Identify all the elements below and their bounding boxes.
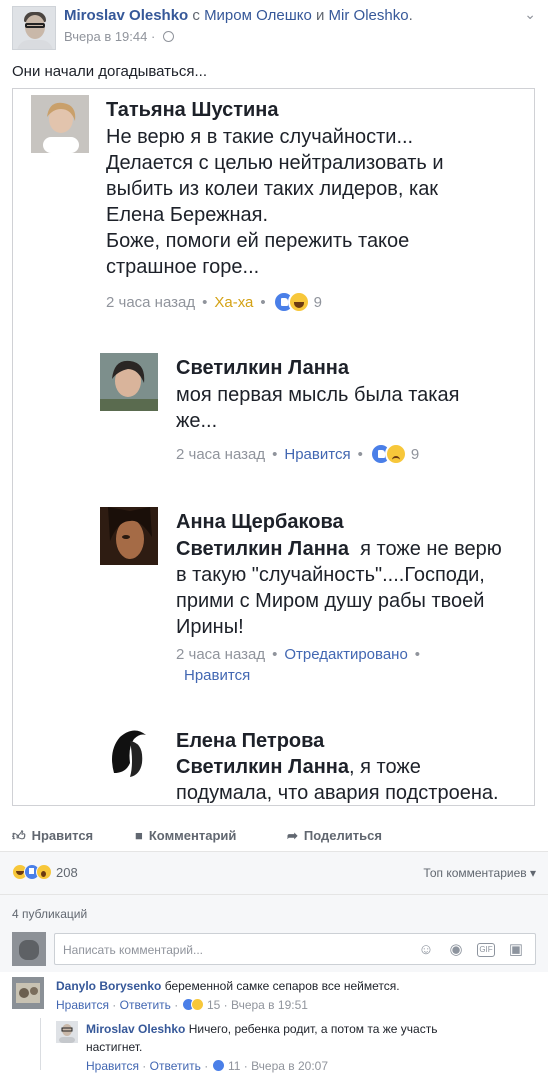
avatar[interactable] (12, 977, 44, 1009)
share-arrow-icon: ➦ (287, 828, 298, 843)
avatar (31, 95, 89, 153)
camera-icon[interactable]: ◉ (447, 941, 465, 959)
comment-icon: ■ (135, 828, 143, 843)
comment-meta: Нравится (184, 667, 250, 684)
sticker-icon[interactable]: ▣ (507, 941, 525, 959)
thumbs-up-icon: 👍︎ (12, 828, 26, 843)
reply-button[interactable]: Ответить (120, 998, 171, 1012)
comment-text: Не верю я в такие случайности... Делаетс… (106, 126, 444, 278)
comment-author[interactable]: Danylo Borysenko (56, 979, 161, 993)
author-avatar[interactable] (12, 6, 56, 50)
post-action-bar: 👍︎ Нравится ■ Комментарий ➦ Поделиться (0, 818, 548, 852)
post-header: Miroslav Oleshko с Миром Олешко и Mir Ol… (0, 0, 548, 60)
like-reaction-icon (211, 1059, 225, 1072)
tagged-user-2[interactable]: Mir Oleshko (329, 7, 409, 24)
like-button: Нравится (184, 667, 251, 684)
like-button: Нравится (284, 446, 351, 463)
comment-meta: 2 часа назад • Отредактировано • (176, 646, 421, 663)
edited-label: Отредактировано (284, 646, 408, 663)
tagged-user-1[interactable]: Миром Олешко (204, 7, 312, 24)
chevron-down-icon[interactable]: ⌄ (524, 6, 536, 23)
comment-composer: Написать комментарий... ☺ ◉ GIF ▣ (0, 930, 548, 972)
haha-reaction-icon (287, 291, 310, 313)
comment-meta: 2 часа назад • Ха-ха • 9 (106, 291, 322, 313)
comment-author[interactable]: Miroslav Oleshko (86, 1022, 185, 1036)
avatar (100, 723, 158, 781)
comment-text: моя первая мысль была такая же... (176, 384, 460, 432)
post-author-name[interactable]: Miroslav Oleshko (64, 7, 188, 24)
comment-input[interactable]: Написать комментарий... ☺ ◉ GIF ▣ (54, 933, 536, 965)
comment-author: Светилкин Ланна (176, 357, 350, 379)
comment-text: Светилкин Ланна я тоже не верю в такую "… (176, 538, 502, 638)
comment-author: Татьяна Шустина (106, 99, 279, 121)
like-button[interactable]: Нравится (86, 1059, 139, 1073)
sad-reaction-icon (384, 443, 407, 465)
comment-author: Анна Щербакова (176, 511, 344, 533)
comment-meta: Нравится · Ответить · 15 · Вчера в 19:51 (56, 998, 308, 1012)
comment-sort-dropdown[interactable]: Топ комментариев ▾ (423, 866, 536, 880)
like-button[interactable]: Нравится (56, 998, 109, 1012)
comment-author: Елена Петрова (176, 730, 325, 752)
reactions-summary: 208 Топ комментариев ▾ (0, 852, 548, 894)
comment-button[interactable]: ■ Комментарий (135, 828, 236, 843)
like-button[interactable]: 👍︎ Нравится (12, 828, 93, 844)
post-meta: Вчера в 19:44 · (64, 29, 174, 44)
comment-text: Danylo Borysenko беременной самке сепаро… (56, 979, 400, 993)
comment-text-continued: настигнет. (86, 1040, 143, 1054)
comment-placeholder: Написать комментарий... (63, 943, 204, 957)
comment-meta: 2 часа назад • Нравится • 9 (176, 443, 419, 465)
globe-icon (162, 31, 174, 42)
comment-text: Miroslav Oleshko Ничего, ребенка родит, … (86, 1022, 438, 1036)
share-button[interactable]: ➦ Поделиться (287, 828, 382, 844)
shares-count: 4 публикаций (0, 894, 548, 930)
avatar (100, 353, 158, 411)
gif-icon[interactable]: GIF (477, 943, 495, 957)
haha-reaction-icon (190, 998, 204, 1011)
comment-meta: Нравится · Ответить · 11 · Вчера в 20:07 (86, 1059, 329, 1073)
emoji-icon[interactable]: ☺ (417, 941, 435, 959)
haha-reaction-button: Ха-ха (214, 294, 254, 311)
reply-thread-line (40, 1018, 41, 1070)
embedded-screenshot: Татьяна Шустина Не верю я в такие случай… (12, 88, 535, 806)
current-user-avatar (12, 932, 46, 966)
avatar[interactable] (56, 1021, 78, 1043)
mention: Светилкин Ланна (176, 538, 350, 560)
post-time[interactable]: Вчера в 19:44 (64, 29, 147, 44)
post-author-line: Miroslav Oleshko с Миром Олешко и Mir Ol… (64, 7, 413, 24)
reactions-count[interactable]: 208 (12, 864, 78, 882)
avatar (100, 507, 158, 565)
reply-button[interactable]: Ответить (150, 1059, 201, 1073)
shares-count-label[interactable]: 4 публикаций (12, 907, 87, 921)
wow-reaction-icon (36, 864, 52, 880)
post-text: Они начали догадываться... (12, 63, 207, 80)
comment-text: Светилкин Ланна, я тоже подумала, что ав… (176, 756, 499, 804)
mention: Светилкин Ланна (176, 756, 350, 778)
